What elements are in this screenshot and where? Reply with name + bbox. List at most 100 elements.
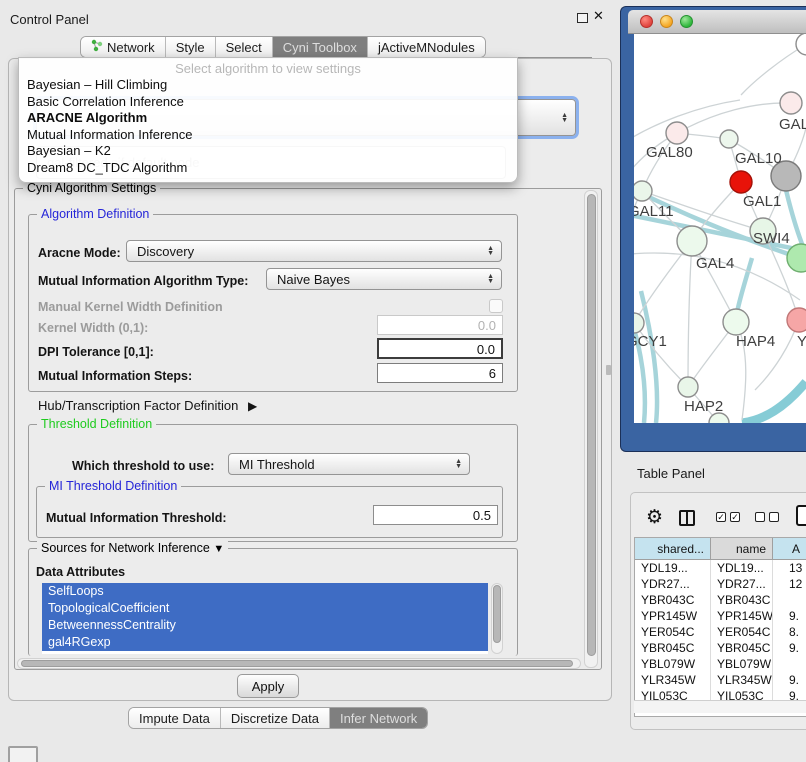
sources-group-title[interactable]: Sources for Network Inference ▼: [37, 541, 228, 555]
column-header-partial[interactable]: A: [773, 538, 806, 560]
table-cell: YBL079W: [635, 656, 711, 672]
table-cell: YLR345W: [635, 672, 711, 688]
which-threshold-combo[interactable]: MI Threshold ▲▼: [228, 453, 470, 475]
unchecked-checkbox-icon[interactable]: [755, 512, 765, 522]
apply-button[interactable]: Apply: [237, 674, 299, 698]
attribute-list-item[interactable]: BetweennessCentrality: [42, 617, 488, 634]
dropdown-item[interactable]: Basic Correlation Inference: [19, 94, 517, 111]
network-node[interactable]: [678, 377, 698, 397]
table-row[interactable]: YDR27...YDR27...12: [635, 576, 806, 592]
tab-jactivemnodules[interactable]: jActiveMNodules: [368, 37, 485, 57]
network-node[interactable]: [666, 122, 688, 144]
kernel-width-input[interactable]: 0.0: [377, 315, 503, 335]
dropdown-item[interactable]: Bayesian – K2: [19, 143, 517, 160]
hub-definition-toggle[interactable]: Hub/Transcription Factor Definition ▶: [38, 398, 257, 413]
network-node-label: SWI4: [753, 230, 790, 247]
network-edge[interactable]: [742, 382, 806, 423]
tab-discretize-data[interactable]: Discretize Data: [221, 708, 330, 728]
network-edge[interactable]: [688, 241, 692, 387]
settings-horizontal-scrollbar[interactable]: [17, 658, 581, 669]
network-edge[interactable]: [677, 103, 790, 133]
network-node-label: HAP4: [736, 333, 775, 350]
page-icon[interactable]: [796, 505, 806, 526]
network-node[interactable]: [720, 130, 738, 148]
attributes-scrollbar[interactable]: [491, 583, 503, 654]
close-icon[interactable]: ✕: [593, 8, 604, 24]
table-row[interactable]: YDL19...YDL19...13: [635, 560, 806, 576]
tab-jactivemnodules-label: jActiveMNodules: [378, 40, 475, 55]
checked-checkbox-icon[interactable]: ✓: [730, 512, 740, 522]
network-node[interactable]: [787, 308, 806, 332]
network-node-label: GAL4: [696, 255, 734, 272]
checked-checkbox-icon[interactable]: ✓: [716, 512, 726, 522]
table-cell: 9.: [773, 672, 806, 688]
gear-icon[interactable]: ⚙: [646, 506, 663, 529]
settings-vertical-scrollbar[interactable]: [584, 190, 598, 668]
table-cell: YPR145W: [711, 608, 773, 624]
tab-impute-data[interactable]: Impute Data: [129, 708, 221, 728]
network-node[interactable]: [780, 92, 802, 114]
table-row[interactable]: YER054CYER054C8.: [635, 624, 806, 640]
aracne-mode-label: Aracne Mode:: [38, 246, 121, 260]
table-row[interactable]: YPR145WYPR145W9.: [635, 608, 806, 624]
network-window-titlebar[interactable]: [628, 10, 806, 34]
tab-style[interactable]: Style: [166, 37, 216, 57]
network-node[interactable]: [796, 34, 806, 55]
chevron-right-icon: ▶: [248, 399, 257, 413]
stepper-arrows-icon: ▲▼: [455, 459, 462, 469]
dropdown-item[interactable]: Dream8 DC_TDC Algorithm: [19, 160, 517, 177]
table-cell: YDR27...: [635, 576, 711, 592]
dpi-tolerance-input[interactable]: 0.0: [377, 338, 503, 359]
table-cell: YPR145W: [635, 608, 711, 624]
columns-icon[interactable]: [679, 510, 695, 526]
tab-cyni-toolbox-label: Cyni Toolbox: [283, 40, 357, 55]
network-node[interactable]: [634, 181, 652, 201]
table-row[interactable]: YBL079WYBL079W: [635, 656, 806, 672]
table-row[interactable]: YLR345WYLR345W9.: [635, 672, 806, 688]
attribute-list-item[interactable]: TopologicalCoefficient: [42, 600, 488, 617]
table-horizontal-scrollbar[interactable]: [634, 700, 806, 713]
column-header-name[interactable]: name: [711, 538, 773, 560]
network-node[interactable]: [634, 313, 644, 333]
attribute-list-item[interactable]: gal4RGexp: [42, 634, 488, 651]
dropdown-item[interactable]: Mutual Information Inference: [19, 127, 517, 144]
table-cell: YDR27...: [711, 576, 773, 592]
network-graph[interactable]: GAL80GAL10GALGAL1GAL11SWI4GAL4GCY1HAP4YH…: [634, 34, 806, 423]
tab-network[interactable]: Network: [81, 37, 166, 57]
tab-cyni-toolbox[interactable]: Cyni Toolbox: [273, 37, 368, 57]
dropdown-item[interactable]: Bayesian – Hill Climbing: [19, 77, 517, 94]
manual-kernel-checkbox[interactable]: [489, 299, 503, 313]
which-threshold-value: MI Threshold: [239, 457, 315, 472]
aracne-mode-combo[interactable]: Discovery ▲▼: [126, 240, 502, 262]
dropdown-item[interactable]: ARACNE Algorithm: [19, 110, 517, 127]
tab-infer-network[interactable]: Infer Network: [330, 708, 427, 728]
zoom-traffic-light-icon[interactable]: [680, 15, 693, 28]
attributes-scrollbar-thumb[interactable]: [493, 585, 501, 643]
network-node-label: HAP2: [684, 398, 723, 415]
close-traffic-light-icon[interactable]: [640, 15, 653, 28]
minimize-traffic-light-icon[interactable]: [660, 15, 673, 28]
mi-threshold-label: Mutual Information Threshold:: [46, 511, 227, 525]
tab-network-label: Network: [107, 40, 155, 55]
unchecked-checkbox-icon[interactable]: [769, 512, 779, 522]
tab-select[interactable]: Select: [216, 37, 273, 57]
settings-horizontal-thumb[interactable]: [21, 660, 573, 667]
mi-threshold-input[interactable]: 0.5: [373, 505, 498, 525]
table-row[interactable]: YBR045CYBR045C9.: [635, 640, 806, 656]
network-node[interactable]: [677, 226, 707, 256]
split-pane-grip[interactable]: [606, 365, 611, 375]
network-edge[interactable]: [741, 45, 805, 95]
settings-vertical-thumb[interactable]: [587, 194, 596, 656]
docked-panel-icon[interactable]: [8, 746, 38, 762]
mi-steps-input[interactable]: 6: [377, 363, 503, 383]
float-panel-icon[interactable]: [577, 13, 588, 23]
network-canvas[interactable]: GAL80GAL10GALGAL1GAL11SWI4GAL4GCY1HAP4YH…: [634, 34, 806, 423]
table-row[interactable]: YBR043CYBR043C: [635, 592, 806, 608]
stepper-arrows-icon: ▲▼: [561, 113, 568, 123]
column-header-shared-name[interactable]: shared...: [635, 538, 711, 560]
network-node[interactable]: [723, 309, 749, 335]
mi-type-combo[interactable]: Naive Bayes ▲▼: [266, 268, 502, 290]
network-node[interactable]: [730, 171, 752, 193]
attribute-list-item[interactable]: SelfLoops: [42, 583, 488, 600]
hub-definition-label: Hub/Transcription Factor Definition: [38, 398, 238, 413]
